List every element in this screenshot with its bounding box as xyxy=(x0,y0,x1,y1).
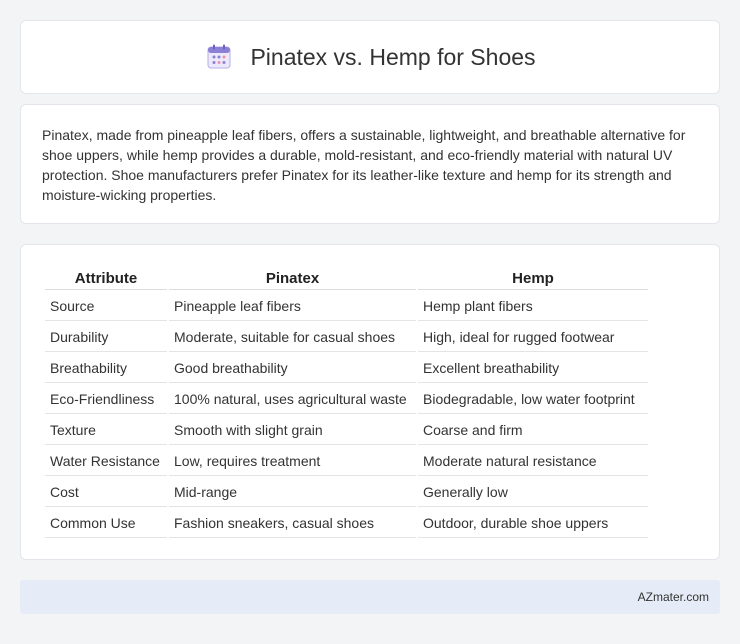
cell-attribute: Durability xyxy=(45,323,167,352)
footer: AZmater.com xyxy=(20,580,720,614)
cell-pinatex: Low, requires treatment xyxy=(169,447,416,476)
description-text: Pinatex, made from pineapple leaf fibers… xyxy=(42,127,686,203)
cell-hemp: Moderate natural resistance xyxy=(418,447,648,476)
comparison-table: Attribute Pinatex Hemp Source Pineapple l… xyxy=(43,265,650,540)
description-card: Pinatex, made from pineapple leaf fibers… xyxy=(20,104,720,224)
cell-pinatex: Moderate, suitable for casual shoes xyxy=(169,323,416,352)
cell-pinatex: Fashion sneakers, casual shoes xyxy=(169,509,416,538)
column-header-pinatex: Pinatex xyxy=(169,267,416,290)
cell-attribute: Texture xyxy=(45,416,167,445)
cell-hemp: High, ideal for rugged footwear xyxy=(418,323,648,352)
comparison-table-card: Attribute Pinatex Hemp Source Pineapple l… xyxy=(20,244,720,560)
cell-attribute: Cost xyxy=(45,478,167,507)
table-row: Source Pineapple leaf fibers Hemp plant fi… xyxy=(45,292,648,321)
cell-pinatex: Mid-range xyxy=(169,478,416,507)
title-wrap: Pinatex vs. Hemp for Shoes xyxy=(204,43,536,71)
cell-hemp: Coarse and firm xyxy=(418,416,648,445)
cell-pinatex: 100% natural, uses agricultural waste xyxy=(169,385,416,414)
cell-pinatex: Pineapple leaf fibers xyxy=(169,292,416,321)
cell-attribute: Breathability xyxy=(45,354,167,383)
column-header-hemp: Hemp xyxy=(418,267,648,290)
cell-pinatex: Smooth with slight grain xyxy=(169,416,416,445)
calendar-icon xyxy=(204,43,234,71)
cell-attribute: Common Use xyxy=(45,509,167,538)
title-card: Pinatex vs. Hemp for Shoes xyxy=(20,20,720,94)
table-row: Texture Smooth with slight grain Coarse an… xyxy=(45,416,648,445)
table-body: Source Pineapple leaf fibers Hemp plant fi… xyxy=(45,292,648,538)
table-row: Cost Mid-range Generally low xyxy=(45,478,648,507)
table-row: Common Use Fashion sneakers, casual shoes… xyxy=(45,509,648,538)
cell-hemp: Hemp plant fibers xyxy=(418,292,648,321)
cell-hemp: Biodegradable, low water footprint xyxy=(418,385,648,414)
cell-hemp: Outdoor, durable shoe uppers xyxy=(418,509,648,538)
cell-hemp: Excellent breathability xyxy=(418,354,648,383)
footer-site-label: AZmater.com xyxy=(637,590,709,604)
column-header-attribute: Attribute xyxy=(45,267,167,290)
table-row: Breathability Good breathability Excellent… xyxy=(45,354,648,383)
cell-pinatex: Good breathability xyxy=(169,354,416,383)
table-header-row: Attribute Pinatex Hemp xyxy=(45,267,648,290)
table-row: Water Resistance Low, requires treatment M… xyxy=(45,447,648,476)
cell-attribute: Source xyxy=(45,292,167,321)
page-title: Pinatex vs. Hemp for Shoes xyxy=(250,43,536,70)
table-row: Eco-Friendliness 100% natural, uses agric… xyxy=(45,385,648,414)
cell-attribute: Eco-Friendliness xyxy=(45,385,167,414)
table-row: Durability Moderate, suitable for casual … xyxy=(45,323,648,352)
cell-hemp: Generally low xyxy=(418,478,648,507)
cell-attribute: Water Resistance xyxy=(45,447,167,476)
